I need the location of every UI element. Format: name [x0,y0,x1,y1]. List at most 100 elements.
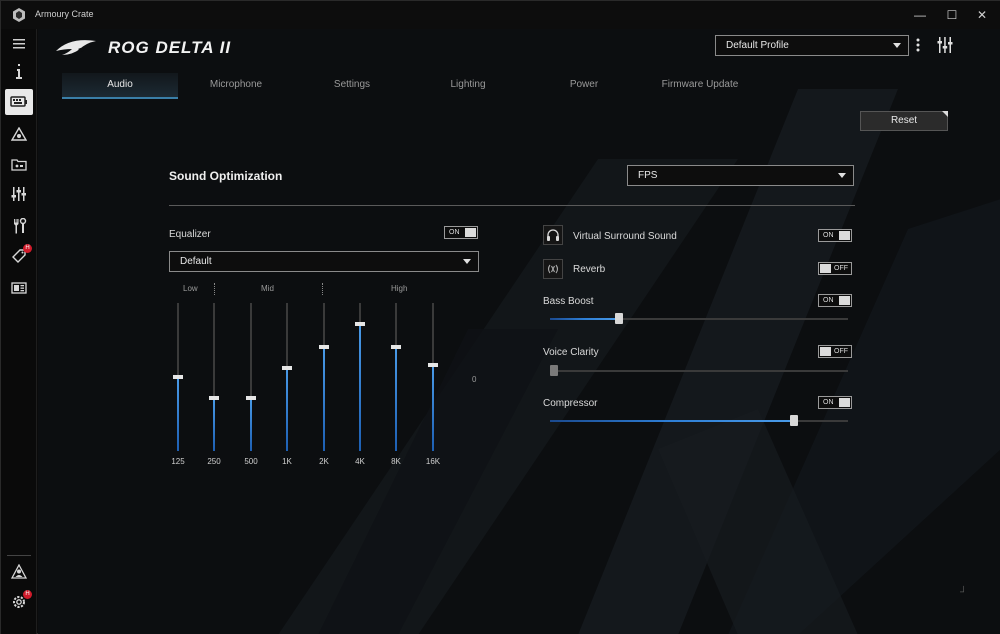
virtual-surround-label: Virtual Surround Sound [573,231,677,242]
virtual-surround-toggle[interactable]: ON [818,229,852,242]
toggle-knob [839,231,850,240]
settings-badge: H [23,590,32,599]
reverb-toggle-state: OFF [834,265,848,272]
eq-band-thumb[interactable] [173,375,183,379]
sound-mode-value: FPS [638,170,658,181]
virtual-surround-icon-box [543,225,563,245]
eq-band-thumb[interactable] [282,366,292,370]
equalizer-toggle[interactable]: ON [444,226,478,239]
product-title: ROG DELTA II [108,38,232,57]
profile-dropdown[interactable]: Default Profile [715,35,909,56]
news-icon [11,282,27,294]
chevron-down-icon [838,173,846,178]
sidebar-item-info[interactable] [5,59,33,85]
info-icon [16,64,22,79]
eq-band-thumb[interactable] [391,345,401,349]
equalizer-label: Equalizer [169,229,211,240]
close-button[interactable]: ✕ [969,5,995,25]
equalizer-preset-dropdown[interactable]: Default [169,251,479,272]
profile-dropdown-value: Default Profile [726,40,789,51]
tab-audio[interactable]: Audio [62,73,178,99]
eq-band-2k[interactable] [319,303,329,451]
eq-band-1k[interactable] [282,303,292,451]
eq-band-fill [323,347,325,451]
reverb-toggle[interactable]: OFF [818,262,852,275]
eq-band-125[interactable] [173,303,183,451]
corner-notch-icon [942,111,948,117]
virtual-surround-toggle-state: ON [823,232,834,239]
deals-badge: H [23,244,32,253]
slider-fill [550,420,794,422]
bass-boost-toggle-state: ON [823,297,834,304]
compressor-toggle[interactable]: ON [818,396,852,409]
sound-mode-dropdown[interactable]: FPS [627,165,854,186]
eq-group-high: High [391,284,408,293]
eq-group-low: Low [183,284,198,293]
sidebar-divider [7,555,31,556]
sidebar-item-mixer[interactable] [5,181,33,207]
eq-band-label: 8K [391,457,401,466]
chevron-down-icon [463,259,471,264]
toggle-knob [820,347,831,356]
compressor-slider[interactable] [550,415,848,426]
bass-boost-toggle[interactable]: ON [818,294,852,307]
section-title: Sound Optimization [169,169,283,183]
sidebar-item-user[interactable] [5,559,33,585]
toggle-knob [465,228,476,237]
compressor-label: Compressor [543,398,598,409]
eq-band-thumb[interactable] [355,322,365,326]
eq-band-thumb[interactable] [428,363,438,367]
sidebar-item-settings[interactable]: H [5,589,33,615]
eq-band-thumb[interactable] [246,396,256,400]
eq-band-thumb[interactable] [319,345,329,349]
eq-band-thumb[interactable] [209,396,219,400]
equalizer-preset-value: Default [180,256,212,267]
reverb-icon [547,264,559,274]
maximize-button[interactable]: ☐ [939,5,965,25]
voice-clarity-slider[interactable] [550,365,848,376]
app-window: Armoury Crate — ☐ ✕ H H ROG DELTA II Def… [0,0,1000,634]
eq-band-500[interactable] [246,303,256,451]
equalizer-sliders: Low Mid High 0 125 250 500 1K 2K 4K 8K 16K [169,279,499,479]
eq-band-label: 1K [282,457,292,466]
tab-firmware-update[interactable]: Firmware Update [642,73,758,99]
voice-clarity-toggle[interactable]: OFF [818,345,852,358]
sidebar: H H [1,29,37,634]
tab-microphone[interactable]: Microphone [178,73,294,99]
eq-band-16k[interactable] [428,303,438,451]
reset-button[interactable]: Reset [860,111,948,131]
sidebar-item-tools[interactable] [5,213,33,239]
reverb-icon-box [543,259,563,279]
sidebar-item-news[interactable] [5,275,33,301]
sidebar-item-deals[interactable]: H [5,243,33,269]
eq-zero-label: 0 [472,375,477,384]
eq-band-250[interactable] [209,303,219,451]
menu-button[interactable] [5,31,33,57]
more-options-icon[interactable] [914,37,922,53]
main-content: ROG DELTA II Default Profile Audio Micro… [38,29,1000,634]
sidebar-item-device[interactable] [5,89,33,115]
eq-band-fill [213,398,215,451]
menu-icon [13,39,25,49]
sidebar-item-game-library[interactable] [5,151,33,177]
tab-power[interactable]: Power [526,73,642,99]
eq-band-4k[interactable] [355,303,365,451]
tab-lighting[interactable]: Lighting [410,73,526,99]
resize-grip-icon[interactable]: ┘ [960,587,967,598]
minimize-button[interactable]: — [907,5,933,25]
slider-thumb[interactable] [790,415,798,426]
bass-boost-slider[interactable] [550,313,848,324]
eq-group-mid: Mid [261,284,274,293]
reverb-label: Reverb [573,264,606,275]
voice-clarity-toggle-state: OFF [834,348,848,355]
eq-band-8k[interactable] [391,303,401,451]
eq-group-separator [214,283,215,295]
tab-settings[interactable]: Settings [294,73,410,99]
slider-thumb[interactable] [550,365,558,376]
slider-thumb[interactable] [615,313,623,324]
eq-band-fill [432,365,434,451]
eq-band-label: 4K [355,457,365,466]
equalizer-settings-icon[interactable] [936,36,954,54]
eq-band-fill [250,398,252,451]
sidebar-item-aura[interactable] [5,121,33,147]
